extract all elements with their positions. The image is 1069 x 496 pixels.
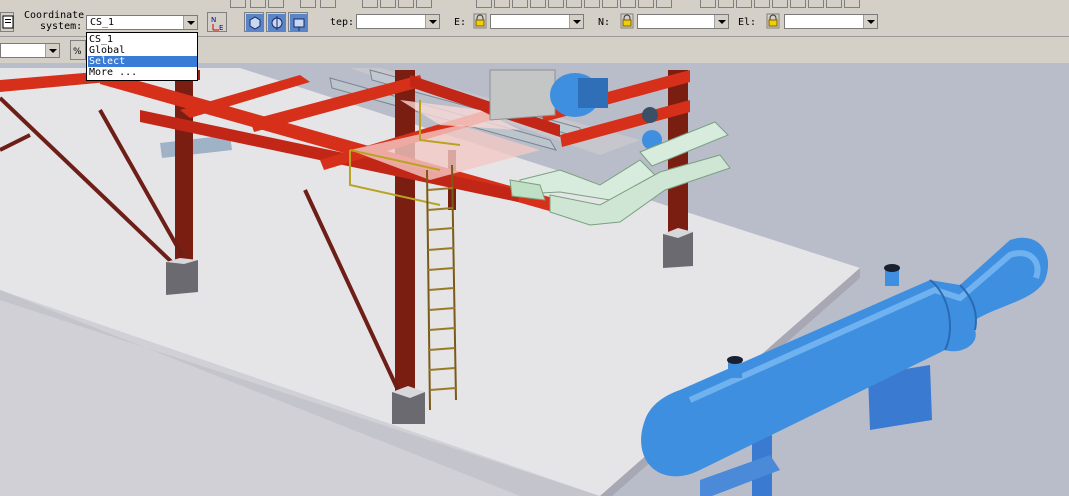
toolbar-button[interactable] [808, 0, 824, 8]
secondary-select[interactable] [0, 43, 60, 58]
coordinate-system-dropdown: CS_1 Global Select Graphically More ... [86, 32, 198, 81]
view-iso-icon[interactable] [244, 12, 264, 32]
toolbar-button[interactable] [380, 0, 396, 8]
svg-text:N: N [211, 16, 216, 24]
elevation-label: El: [738, 17, 757, 28]
chevron-down-icon[interactable] [863, 15, 877, 28]
view-elevation-icon[interactable] [288, 12, 308, 32]
toolbar-button[interactable] [754, 0, 770, 8]
chevron-down-icon[interactable] [425, 15, 439, 28]
coordinate-system-value: CS_1 [90, 17, 115, 28]
toolbar-button[interactable] [736, 0, 752, 8]
toolbar-button[interactable] [250, 0, 266, 8]
steel-column [395, 70, 415, 400]
toolbar-button[interactable] [548, 0, 564, 8]
toolbar-button[interactable] [566, 0, 582, 8]
3d-model-viewport[interactable] [0, 63, 1069, 496]
toolbar-button[interactable] [398, 0, 414, 8]
toolbar-button[interactable] [584, 0, 600, 8]
step-select[interactable] [356, 14, 440, 29]
coordinate-system-label-line1: Coordinate [24, 10, 85, 21]
toolbar-button[interactable] [790, 0, 806, 8]
dropdown-item-global[interactable]: Global [88, 45, 197, 56]
dropdown-item-select-graphically[interactable]: Select Graphically [88, 56, 197, 78]
toolbar-button[interactable] [268, 0, 284, 8]
toolbar-button[interactable] [826, 0, 842, 8]
toolbar-button[interactable] [718, 0, 734, 8]
north-label: N: [598, 17, 611, 28]
coordinate-system-label-line2: system: [40, 21, 83, 32]
toolbar-button[interactable] [772, 0, 788, 8]
chevron-down-icon[interactable] [569, 15, 583, 28]
properties-icon[interactable] [0, 12, 14, 32]
dropdown-item-cs1[interactable]: CS_1 [88, 34, 197, 45]
toolbar-button[interactable] [512, 0, 528, 8]
elevation-select[interactable] [784, 14, 878, 29]
lock-icon[interactable] [473, 13, 487, 29]
toolbar-button[interactable] [362, 0, 378, 8]
toolbar-button[interactable] [620, 0, 636, 8]
toolbar-button[interactable] [638, 0, 654, 8]
view-plan-icon[interactable] [266, 12, 286, 32]
toolbar-button[interactable] [230, 0, 246, 8]
toolbar-button[interactable] [476, 0, 492, 8]
toolbar-button[interactable] [300, 0, 316, 8]
chevron-down-icon[interactable] [714, 15, 728, 28]
north-east-axis-icon[interactable]: NE [207, 12, 227, 32]
pick-point-icon[interactable]: % [70, 40, 86, 60]
svg-text:E: E [219, 24, 223, 32]
toolbar-button[interactable] [844, 0, 860, 8]
toolbar-button[interactable] [602, 0, 618, 8]
toolbar-button[interactable] [656, 0, 672, 8]
toolbar-button[interactable] [530, 0, 546, 8]
step-label: tep: [330, 17, 355, 28]
lock-icon[interactable] [620, 13, 634, 29]
chevron-down-icon[interactable] [45, 44, 59, 57]
north-coordinate-select[interactable] [637, 14, 729, 29]
coordinate-system-select[interactable]: CS_1 [86, 15, 198, 30]
svg-text:%: % [73, 47, 82, 57]
toolbar-button[interactable] [320, 0, 336, 8]
toolbar-button[interactable] [700, 0, 716, 8]
chevron-down-icon[interactable] [183, 16, 197, 29]
dropdown-item-more[interactable]: More ... [88, 67, 197, 78]
east-label: E: [454, 17, 467, 28]
toolbar-button[interactable] [494, 0, 510, 8]
lock-icon[interactable] [766, 13, 780, 29]
toolbar-button[interactable] [416, 0, 432, 8]
east-coordinate-select[interactable] [490, 14, 584, 29]
